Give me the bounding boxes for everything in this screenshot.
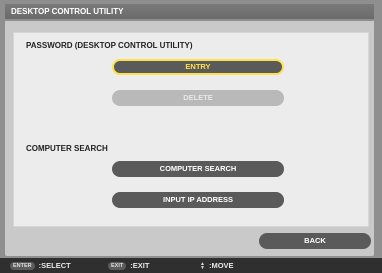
settings-panel: PASSWORD (DESKTOP CONTROL UTILITY) ENTRY… — [13, 32, 369, 227]
select-hint: ENTER :SELECT — [10, 258, 71, 273]
exit-hint: EXIT :EXIT — [108, 258, 149, 273]
up-down-arrows-icon: ▲ ▼ — [200, 260, 205, 271]
computer-search-button[interactable]: COMPUTER SEARCH — [112, 161, 284, 177]
enter-key-icon: ENTER — [10, 261, 35, 270]
exit-hint-text: :EXIT — [130, 261, 150, 270]
dialog-content: PASSWORD (DESKTOP CONTROL UTILITY) ENTRY… — [5, 21, 374, 256]
password-section-label: PASSWORD (DESKTOP CONTROL UTILITY) — [26, 41, 193, 50]
delete-button[interactable]: DELETE — [112, 90, 284, 106]
back-button[interactable]: BACK — [259, 233, 371, 249]
exit-key-icon: EXIT — [108, 261, 127, 270]
entry-button[interactable]: ENTRY — [112, 59, 284, 75]
status-bar: ENTER :SELECT EXIT :EXIT ▲ ▼ :MOVE — [0, 258, 382, 273]
dialog-title: DESKTOP CONTROL UTILITY — [5, 4, 374, 19]
input-ip-address-button[interactable]: INPUT IP ADDRESS — [112, 192, 284, 208]
computer-search-section-label: COMPUTER SEARCH — [26, 144, 108, 153]
dialog-frame: DESKTOP CONTROL UTILITY PASSWORD (DESKTO… — [0, 0, 382, 273]
select-hint-text: :SELECT — [38, 261, 71, 270]
move-hint: ▲ ▼ :MOVE — [200, 258, 234, 273]
move-hint-text: :MOVE — [208, 261, 234, 270]
